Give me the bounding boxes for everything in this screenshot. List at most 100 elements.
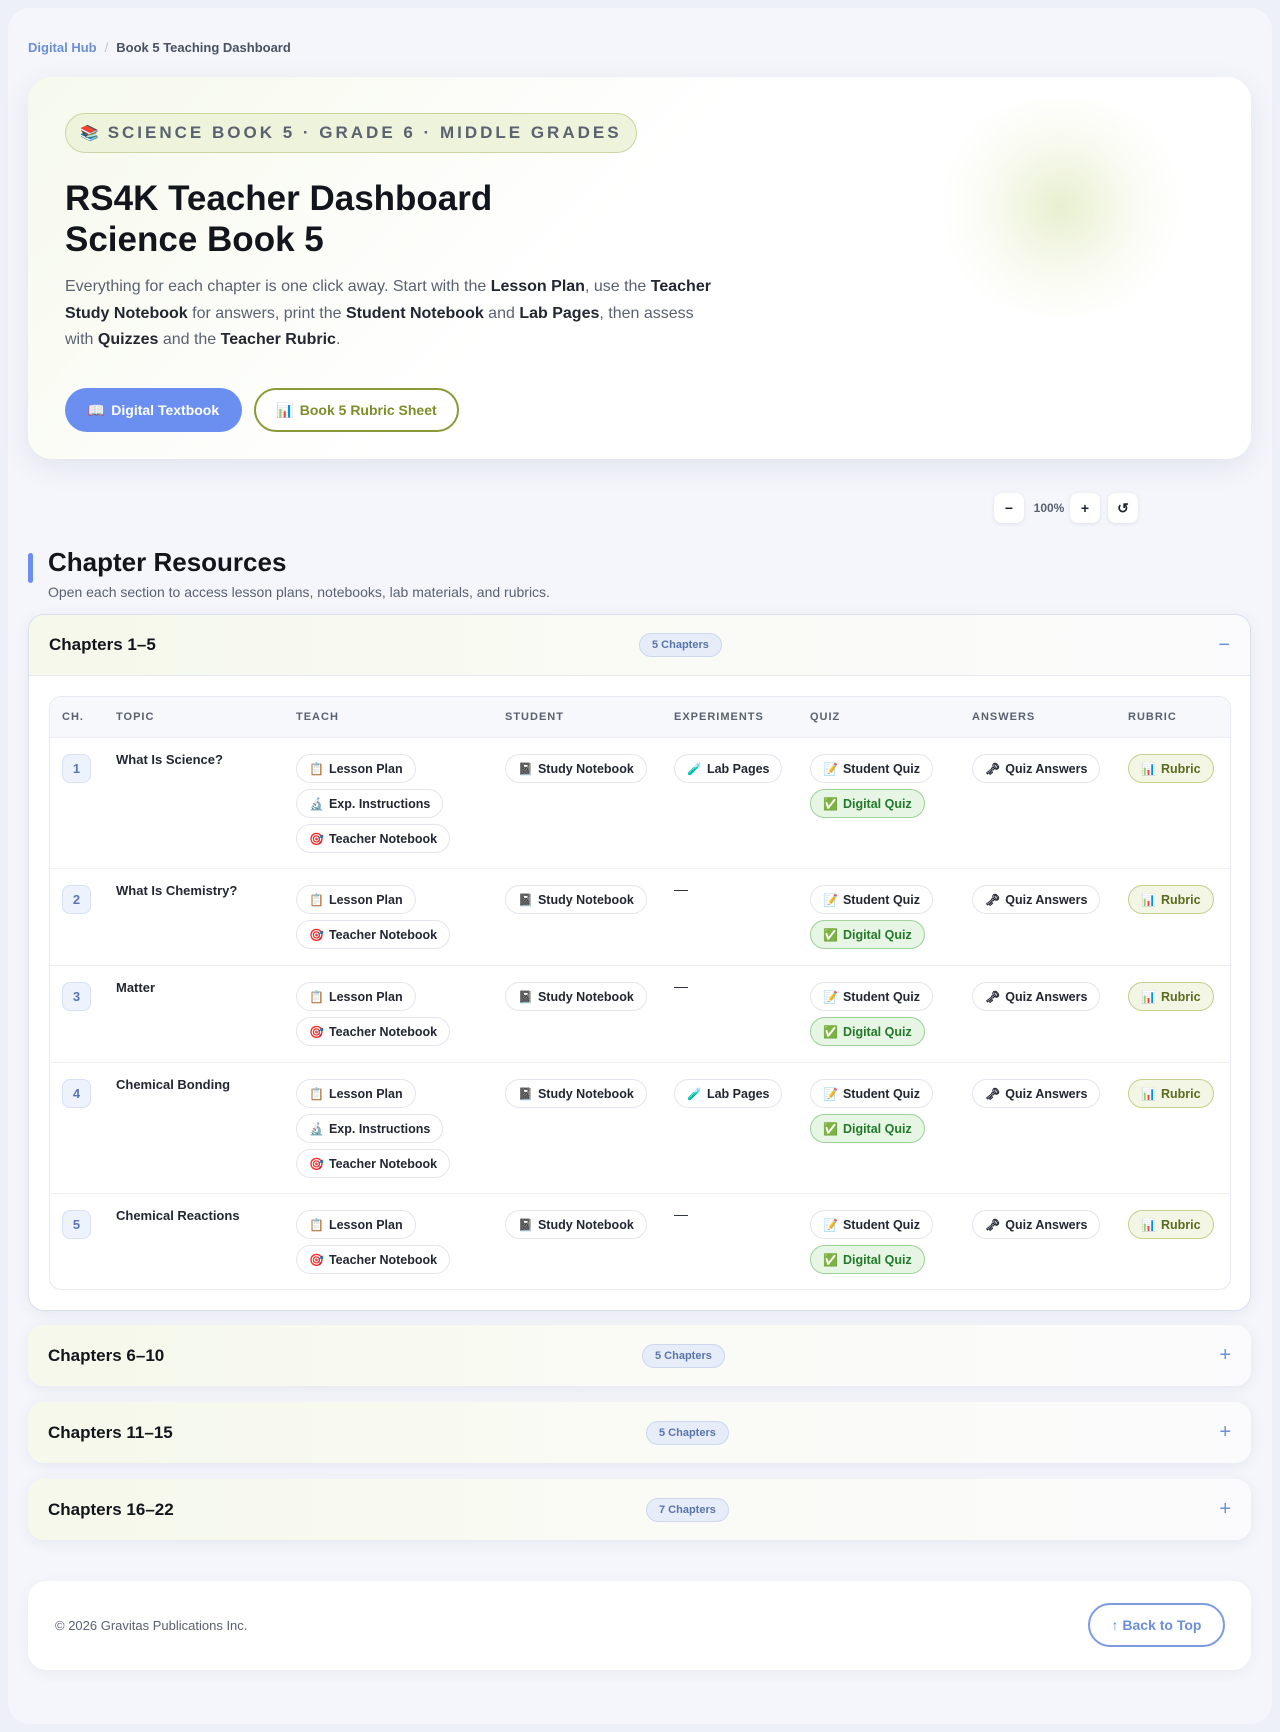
rubric-link[interactable]: 📊 Rubric (1128, 885, 1214, 914)
page-title: RS4K Teacher Dashboard Science Book 5 (65, 178, 665, 260)
expand-icon[interactable]: + (1219, 1344, 1231, 1367)
study-notebook-link[interactable]: 📓 Study Notebook (505, 754, 647, 783)
hero-intro: Everything for each chapter is one click… (65, 274, 725, 354)
zoom-reset-button[interactable]: ↺ (1108, 493, 1138, 523)
teacher-notebook-link[interactable]: 🎯 Teacher Notebook (296, 920, 451, 949)
quiz-answers-link[interactable]: 🗝 Quiz Answers (972, 754, 1101, 783)
pill-label: Teacher Notebook (328, 927, 438, 942)
footer: © 2026 Gravitas Publications Inc. ↑ Back… (28, 1581, 1251, 1670)
lab-pages-link[interactable]: 🧪 Lab Pages (674, 1079, 783, 1108)
intro-text: . (335, 331, 341, 348)
memo-icon: 📝 (823, 1217, 838, 1232)
chapter-count-badge: 5 Chapters (642, 1343, 725, 1368)
rubric-sheet-button[interactable]: 📊 Book 5 Rubric Sheet (254, 388, 459, 432)
test-tube-icon: 🧪 (687, 761, 702, 776)
digital-quiz-link[interactable]: ✅ Digital Quiz (810, 1114, 925, 1143)
zoom-out-button[interactable]: − (994, 493, 1024, 523)
pill-label: Study Notebook (537, 989, 634, 1004)
pill-label: Study Notebook (537, 1217, 634, 1232)
digital-quiz-link[interactable]: ✅ Digital Quiz (810, 789, 925, 818)
accordion-chapters-1-5: Chapters 1–5 5 Chapters − CH. TOPIC TEAC… (28, 614, 1251, 1311)
check-icon: ✅ (823, 1252, 838, 1267)
accordion-header[interactable]: Chapters 16–22 7 Chapters + (28, 1479, 1251, 1540)
lab-pages-link[interactable]: 🧪 Lab Pages (674, 754, 783, 783)
chapter-topic: Chemical Bonding (116, 1077, 231, 1092)
pill-label: Study Notebook (537, 892, 634, 907)
memo-icon: 📝 (823, 892, 838, 907)
pill-label: Student Quiz (842, 1086, 921, 1101)
study-notebook-link[interactable]: 📓 Study Notebook (505, 1210, 647, 1239)
teacher-notebook-link[interactable]: 🎯 Teacher Notebook (296, 1017, 451, 1046)
pill-label: Lesson Plan (328, 1086, 403, 1101)
pill-label: Rubric (1160, 892, 1201, 907)
accordion-header[interactable]: Chapters 11–15 5 Chapters + (28, 1402, 1251, 1463)
pill-label: Teacher Notebook (328, 1252, 438, 1267)
digital-textbook-label: Digital Textbook (111, 402, 220, 418)
zoom-in-button[interactable]: + (1070, 493, 1100, 523)
student-quiz-link[interactable]: 📝 Student Quiz (810, 885, 934, 914)
study-notebook-link[interactable]: 📓 Study Notebook (505, 982, 647, 1011)
lesson-plan-link[interactable]: 📋 Lesson Plan (296, 885, 416, 914)
breadcrumb-current: Book 5 Teaching Dashboard (116, 40, 291, 55)
student-quiz-link[interactable]: 📝 Student Quiz (810, 1210, 934, 1239)
lesson-plan-link[interactable]: 📋 Lesson Plan (296, 982, 416, 1011)
col-header-answers: ANSWERS (972, 711, 1036, 723)
quiz-answers-link[interactable]: 🗝 Quiz Answers (972, 885, 1101, 914)
intro-text: , use the (584, 278, 651, 295)
exp-instructions-link[interactable]: 🔬 Exp. Instructions (296, 789, 444, 818)
clipboard-icon: 📋 (309, 1217, 324, 1232)
digital-quiz-link[interactable]: ✅ Digital Quiz (810, 920, 925, 949)
pill-label: Student Quiz (842, 761, 921, 776)
back-to-top-button[interactable]: ↑ Back to Top (1088, 1603, 1225, 1647)
study-notebook-link[interactable]: 📓 Study Notebook (505, 1079, 647, 1108)
study-notebook-link[interactable]: 📓 Study Notebook (505, 885, 647, 914)
lesson-plan-link[interactable]: 📋 Lesson Plan (296, 754, 416, 783)
quiz-answers-link[interactable]: 🗝 Quiz Answers (972, 1210, 1101, 1239)
intro-text: and (483, 304, 520, 322)
chapter-topic: Chemical Reactions (116, 1208, 240, 1223)
accordion-header[interactable]: Chapters 1–5 5 Chapters − (29, 615, 1250, 676)
teacher-notebook-link[interactable]: 🎯 Teacher Notebook (296, 1245, 451, 1274)
student-quiz-link[interactable]: 📝 Student Quiz (810, 754, 934, 783)
teacher-notebook-link[interactable]: 🎯 Teacher Notebook (296, 1149, 451, 1178)
chapter-number: 2 (62, 885, 91, 914)
pill-label: Teacher Notebook (328, 831, 438, 846)
section-accent-bar (28, 553, 33, 583)
lesson-plan-link[interactable]: 📋 Lesson Plan (296, 1210, 416, 1239)
hero-card: 📚 SCIENCE BOOK 5 · GRADE 6 · MIDDLE GRAD… (28, 77, 1251, 459)
pill-label: Quiz Answers (1005, 1086, 1088, 1101)
rubric-link[interactable]: 📊 Rubric (1128, 754, 1214, 783)
accordion-header[interactable]: Chapters 6–10 5 Chapters + (28, 1325, 1251, 1386)
pill-label: Student Quiz (842, 989, 921, 1004)
target-icon: 🎯 (309, 1252, 324, 1267)
digital-quiz-link[interactable]: ✅ Digital Quiz (810, 1245, 925, 1274)
pill-label: Rubric (1160, 1217, 1201, 1232)
quiz-answers-link[interactable]: 🗝 Quiz Answers (972, 982, 1101, 1011)
digital-quiz-link[interactable]: ✅ Digital Quiz (810, 1017, 925, 1046)
clipboard-icon: 📋 (309, 892, 324, 907)
rubric-link[interactable]: 📊 Rubric (1128, 1210, 1214, 1239)
teacher-notebook-link[interactable]: 🎯 Teacher Notebook (296, 824, 451, 853)
lesson-plan-link[interactable]: 📋 Lesson Plan (296, 1079, 416, 1108)
digital-textbook-button[interactable]: 📖 Digital Textbook (65, 388, 242, 432)
exp-instructions-link[interactable]: 🔬 Exp. Instructions (296, 1114, 444, 1143)
key-icon: 🗝 (985, 761, 1001, 776)
pill-label: Rubric (1160, 1086, 1201, 1101)
notebook-icon: 📓 (518, 892, 533, 907)
rubric-link[interactable]: 📊 Rubric (1128, 1079, 1214, 1108)
student-quiz-link[interactable]: 📝 Student Quiz (810, 982, 934, 1011)
notebook-icon: 📓 (518, 761, 533, 776)
target-icon: 🎯 (309, 831, 324, 846)
pill-label: Lab Pages (706, 761, 770, 776)
quiz-answers-link[interactable]: 🗝 Quiz Answers (972, 1079, 1101, 1108)
hero-glow-decoration (931, 97, 1191, 317)
collapse-icon[interactable]: − (1218, 634, 1230, 657)
student-quiz-link[interactable]: 📝 Student Quiz (810, 1079, 934, 1108)
expand-icon[interactable]: + (1219, 1498, 1231, 1521)
pill-label: Quiz Answers (1005, 989, 1088, 1004)
pill-label: Study Notebook (537, 761, 634, 776)
rubric-link[interactable]: 📊 Rubric (1128, 982, 1214, 1011)
breadcrumb-link-digital-hub[interactable]: Digital Hub (28, 40, 97, 55)
expand-icon[interactable]: + (1219, 1421, 1231, 1444)
pill-label: Lesson Plan (328, 989, 403, 1004)
